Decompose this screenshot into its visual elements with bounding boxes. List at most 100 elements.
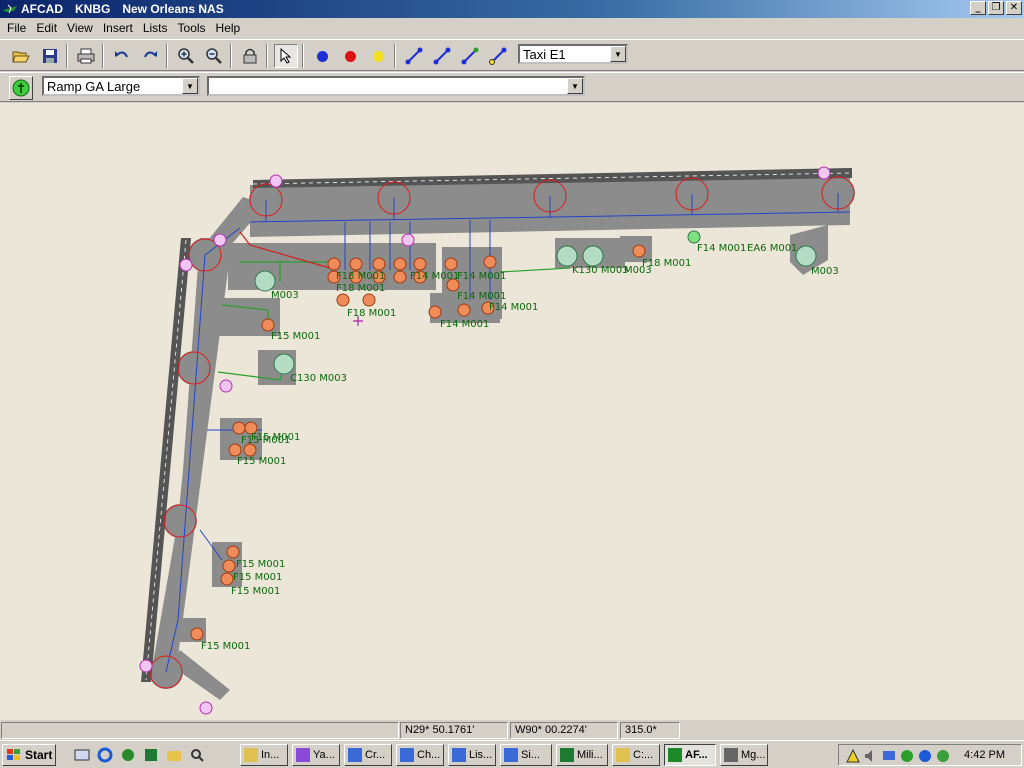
antivirus-icon[interactable]	[917, 748, 933, 764]
label-m003-east: M003	[811, 266, 839, 277]
task-button-8[interactable]: C:...	[612, 744, 660, 766]
chevron-down-icon[interactable]: ▼	[567, 78, 583, 94]
search-icon[interactable]	[189, 747, 205, 763]
menu-help[interactable]: Help	[211, 21, 246, 35]
main-toolbar: Taxi E1 ▼	[0, 39, 1024, 71]
airport-layout[interactable]: M003 F15 M001 C130 M003 F15 M001 F15 M00…	[0, 103, 1024, 720]
lock-icon[interactable]	[238, 44, 262, 68]
task-button-6[interactable]: Si...	[500, 744, 552, 766]
title-bar: AFCAD KNBG New Orleans NAS _ ❐ ✕	[0, 0, 1024, 18]
task-label-4: Ch...	[417, 749, 441, 761]
label-ea6: EA6 M001	[747, 243, 797, 254]
close-button[interactable]: ✕	[1006, 1, 1022, 15]
volume-icon[interactable]	[863, 748, 879, 764]
label-m003-west: M003	[271, 290, 299, 301]
label-f15-3: F15 M001	[237, 456, 286, 467]
menu-insert[interactable]: Insert	[98, 21, 138, 35]
explorer-icon[interactable]	[166, 747, 182, 763]
label-f14-2: F14 M001	[457, 271, 506, 282]
windows-logo-icon	[7, 749, 20, 760]
taskbar: Start In... Ya... Cr... Ch... Lis... Si.…	[0, 740, 1024, 768]
app-title: AFCAD	[21, 2, 63, 16]
add-yellow-node-icon[interactable]	[366, 44, 390, 68]
chevron-down-icon[interactable]: ▼	[182, 78, 198, 94]
task-button-3[interactable]: Cr...	[344, 744, 392, 766]
open-icon[interactable]	[9, 44, 33, 68]
start-button[interactable]: Start	[2, 744, 56, 766]
task-button-5[interactable]: Lis...	[448, 744, 496, 766]
menu-tools[interactable]: Tools	[173, 21, 211, 35]
add-red-node-icon[interactable]	[338, 44, 362, 68]
undo-icon[interactable]	[110, 44, 134, 68]
task-label-1: In...	[261, 749, 280, 761]
task-button-7[interactable]: Mili...	[556, 744, 608, 766]
zoom-in-icon[interactable]	[174, 44, 198, 68]
label-f14-4: F14 M001	[489, 302, 538, 313]
label-f18-4: F18 M001	[642, 258, 691, 269]
connection-icon[interactable]	[899, 748, 915, 764]
label-f14-5: F14 M001	[440, 319, 489, 330]
task-label-10: Mg...	[741, 749, 766, 761]
clock[interactable]: 4:42 PM	[964, 749, 1005, 761]
show-desktop-icon[interactable]	[74, 747, 90, 763]
status-bar: N29* 50.1761' W90* 00.2274' 315.0*	[0, 721, 1024, 740]
internet-explorer-icon[interactable]	[97, 747, 113, 763]
label-f15-6: F15 M001	[231, 586, 280, 597]
system-tray: 4:42 PM	[838, 744, 1022, 766]
menu-file[interactable]: File	[2, 21, 31, 35]
print-icon[interactable]	[74, 44, 98, 68]
label-f14-1: F14 M001	[410, 271, 459, 282]
link-taxi-path-icon[interactable]	[402, 44, 426, 68]
parking-type-value: Ramp GA Large	[47, 79, 141, 94]
save-icon[interactable]	[38, 44, 62, 68]
maximize-button[interactable]: ❐	[988, 1, 1004, 15]
excel-icon[interactable]	[143, 747, 159, 763]
task-button-afcad[interactable]: AF...	[664, 744, 716, 766]
name-select[interactable]: ▼	[207, 76, 585, 96]
label-f15-5: F15 M001	[233, 572, 282, 583]
task-button-2[interactable]: Ya...	[292, 744, 340, 766]
task-button-4[interactable]: Ch...	[396, 744, 444, 766]
status-longitude: W90* 00.2274'	[510, 722, 618, 739]
status-latitude: N29* 50.1761'	[400, 722, 508, 739]
start-label: Start	[25, 748, 53, 762]
task-button-10[interactable]: Mg...	[720, 744, 768, 766]
chevron-down-icon[interactable]: ▼	[610, 46, 626, 62]
link-runway-path-icon[interactable]	[430, 44, 454, 68]
parking-toolbar: Ramp GA Large ▼ ▼	[0, 72, 1024, 102]
display-icon[interactable]	[881, 748, 897, 764]
airport-code: KNBG	[75, 2, 111, 16]
network-icon[interactable]	[845, 748, 861, 764]
label-f15-4: F15 M001	[236, 559, 285, 570]
label-f15-1: F15 M001	[271, 331, 320, 342]
parking-type-select[interactable]: Ramp GA Large ▼	[42, 76, 200, 96]
zoom-out-icon[interactable]	[202, 44, 226, 68]
airport-map-canvas[interactable]: M003 F15 M001 C130 M003 F15 M001 F15 M00…	[0, 103, 1024, 720]
label-c130: C130 M003	[290, 373, 347, 384]
select-pointer-icon[interactable]	[274, 44, 298, 68]
label-f18-3: F18 M001	[347, 308, 396, 319]
menu-view[interactable]: View	[62, 21, 98, 35]
label-f14-3: F14 M001	[457, 291, 506, 302]
media-player-icon[interactable]	[120, 747, 136, 763]
parking-mode-icon[interactable]	[9, 76, 33, 100]
taxi-type-value: Taxi E1	[523, 47, 566, 62]
afcad-app-icon	[3, 4, 17, 14]
label-f18-2: F18 M001	[336, 283, 385, 294]
link-mixed-path-icon[interactable]	[486, 44, 510, 68]
menu-edit[interactable]: Edit	[31, 21, 62, 35]
add-blue-node-icon[interactable]	[310, 44, 334, 68]
label-f14-6: F14 M001	[697, 243, 746, 254]
redo-icon[interactable]	[138, 44, 162, 68]
messenger-icon[interactable]	[935, 748, 951, 764]
label-k130: K130 M003	[572, 265, 629, 276]
task-label-3: Cr...	[365, 749, 386, 761]
minimize-button[interactable]: _	[970, 1, 986, 15]
status-message	[1, 722, 399, 739]
task-label-5: Lis...	[469, 749, 493, 761]
label-f18-1: F18 M001	[336, 271, 385, 282]
task-button-1[interactable]: In...	[240, 744, 288, 766]
taxi-type-select[interactable]: Taxi E1 ▼	[518, 44, 628, 64]
link-parking-path-icon[interactable]	[458, 44, 482, 68]
menu-lists[interactable]: Lists	[138, 21, 173, 35]
